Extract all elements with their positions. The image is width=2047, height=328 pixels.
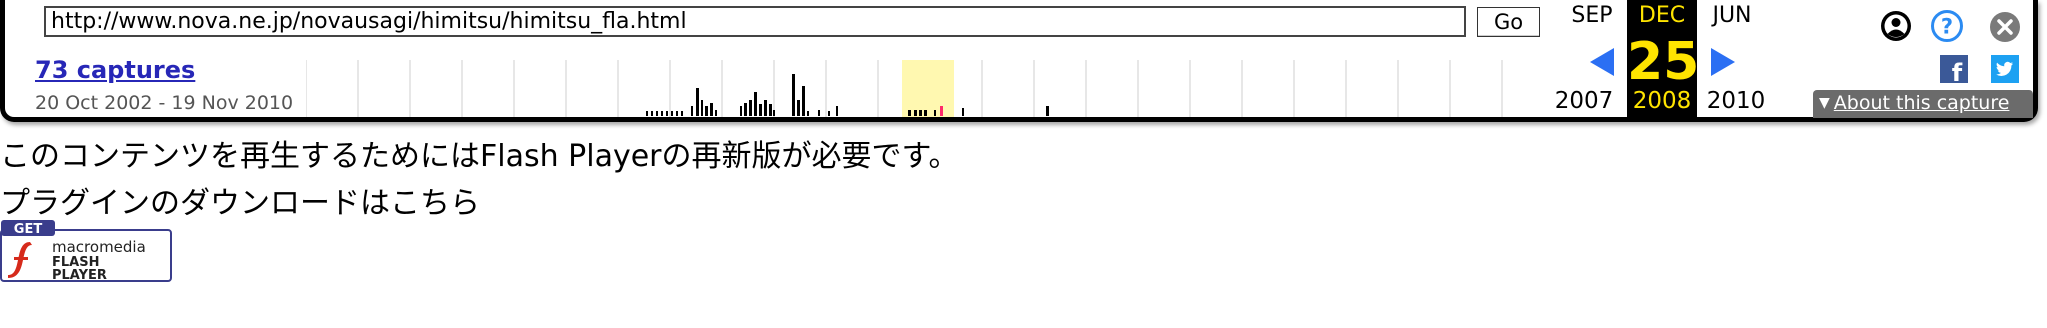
prev-arrow-icon[interactable] xyxy=(1588,46,1616,78)
badge-player-label: PLAYER xyxy=(52,268,107,282)
current-month: DEC xyxy=(1638,3,1686,28)
go-button[interactable]: Go xyxy=(1477,7,1540,37)
current-year: 2008 xyxy=(1632,88,1692,114)
flash-required-message: このコンテンツを再生するためにはFlash Playerの再新版が必要です。 xyxy=(0,139,959,174)
about-capture-button[interactable]: ▼ About this capture xyxy=(1813,90,2033,118)
close-icon[interactable] xyxy=(1988,10,2022,44)
capture-range: 20 Oct 2002 - 19 Nov 2010 xyxy=(35,92,294,114)
sparkline-current-year-highlight xyxy=(902,60,954,117)
help-icon[interactable]: ? xyxy=(1930,9,1964,43)
get-flash-player-badge[interactable]: GET macromedia FLASH PLAYER xyxy=(0,220,172,282)
triangle-down-icon: ▼ xyxy=(1819,95,1830,111)
svg-text:f: f xyxy=(1952,59,1963,83)
twitter-icon[interactable] xyxy=(1991,55,2019,83)
next-year-link[interactable]: 2010 xyxy=(1701,88,1771,114)
prev-year-link[interactable]: 2007 xyxy=(1549,88,1619,114)
prev-month-link[interactable]: SEP xyxy=(1557,3,1627,28)
next-arrow-icon[interactable] xyxy=(1709,46,1737,78)
next-month-link[interactable]: JUN xyxy=(1697,3,1767,28)
capture-sparkline[interactable] xyxy=(306,60,1546,117)
sparkline-bars xyxy=(646,74,1049,116)
wayback-toolbar: Go 73 captures 20 Oct 2002 - 19 Nov 2010 xyxy=(0,0,2038,122)
about-capture-label: About this capture xyxy=(1833,92,2010,114)
plugin-download-link-text: プラグインのダウンロードはこちら xyxy=(0,186,480,221)
captures-link[interactable]: 73 captures xyxy=(35,56,195,84)
svg-text:?: ? xyxy=(1941,15,1953,39)
url-input[interactable] xyxy=(44,6,1466,37)
current-day: 25 xyxy=(1627,32,1700,92)
badge-get-label: GET xyxy=(14,222,43,237)
badge-macromedia-label: macromedia xyxy=(52,238,146,256)
facebook-icon[interactable]: f xyxy=(1940,55,1968,83)
sparkline-selected-capture xyxy=(940,106,943,116)
user-icon[interactable] xyxy=(1879,9,1913,43)
